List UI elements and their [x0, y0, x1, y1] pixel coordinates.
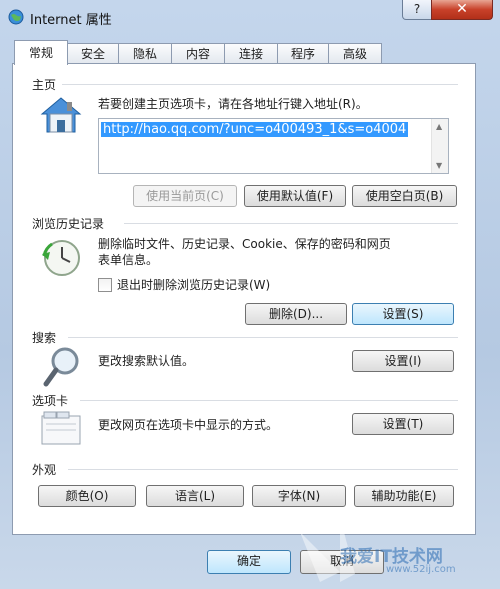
section-divider [124, 223, 458, 224]
use-blank-button[interactable]: 使用空白页(B) [352, 185, 457, 207]
appearance-heading: 外观 [32, 463, 57, 477]
url-scrollbar[interactable]: ▲ ▼ [431, 119, 448, 173]
use-current-page-button[interactable]: 使用当前页(C) [133, 185, 237, 207]
homepage-heading: 主页 [32, 78, 57, 92]
clock-icon [42, 240, 80, 276]
search-heading: 搜索 [32, 331, 57, 345]
magnifier-icon [43, 347, 79, 387]
delete-history-button[interactable]: 删除(D)... [245, 303, 347, 325]
tabs-window-icon [41, 411, 81, 445]
colors-button[interactable]: 颜色(O) [38, 485, 136, 507]
delete-on-exit-label[interactable]: 退出时删除浏览历史记录(W) [117, 277, 270, 293]
section-divider [68, 469, 458, 470]
globe-icon [8, 9, 24, 25]
dialog-window: Internet 属性 ? ✕ 常规 安全 隐私 内容 连接 程序 高级 主页 … [0, 0, 500, 589]
tab-programs[interactable]: 程序 [277, 43, 329, 64]
languages-button[interactable]: 语言(L) [146, 485, 244, 507]
section-divider [68, 337, 458, 338]
watermark: 我爱IT技术网 www.52ij.com [300, 512, 500, 589]
fonts-button[interactable]: 字体(N) [252, 485, 346, 507]
close-button[interactable]: ✕ [431, 0, 493, 20]
window-title: Internet 属性 [30, 13, 112, 28]
scroll-up-icon[interactable]: ▲ [436, 122, 442, 131]
tab-connections[interactable]: 连接 [224, 43, 278, 64]
watermark-url: www.52ij.com [386, 564, 456, 575]
house-icon [40, 97, 82, 133]
history-heading: 浏览历史记录 [32, 217, 105, 231]
history-description-line2: 表单信息。 [98, 253, 159, 267]
title-bar[interactable]: Internet 属性 ? ✕ [0, 0, 500, 34]
tab-security[interactable]: 安全 [67, 43, 119, 64]
use-default-button[interactable]: 使用默认值(F) [244, 185, 346, 207]
tabs-settings-button[interactable]: 设置(T) [352, 413, 454, 435]
delete-on-exit-checkbox[interactable] [98, 278, 112, 292]
history-description-line1: 删除临时文件、历史记录、Cookie、保存的密码和网页 [98, 237, 391, 251]
tabs-description: 更改网页在选项卡中显示的方式。 [98, 418, 279, 432]
scroll-down-icon[interactable]: ▼ [436, 161, 442, 170]
ok-button[interactable]: 确定 [207, 550, 291, 574]
tab-content[interactable]: 内容 [171, 43, 225, 64]
search-settings-button[interactable]: 设置(I) [352, 350, 454, 372]
help-button[interactable]: ? [402, 0, 432, 20]
homepage-instruction: 若要创建主页选项卡，请在各地址行键入地址(R)。 [98, 97, 368, 111]
accessibility-button[interactable]: 辅助功能(E) [354, 485, 454, 507]
section-divider [62, 84, 458, 85]
tabs-heading: 选项卡 [32, 394, 69, 408]
history-settings-button[interactable]: 设置(S) [352, 303, 454, 325]
search-description: 更改搜索默认值。 [98, 354, 195, 368]
tab-general[interactable]: 常规 [14, 40, 68, 65]
tab-advanced[interactable]: 高级 [328, 43, 382, 64]
homepage-url-value[interactable]: http://hao.qq.com/?unc=o400493_1&s=o4004 [101, 122, 409, 137]
tab-privacy[interactable]: 隐私 [118, 43, 172, 64]
section-divider [80, 400, 458, 401]
homepage-url-textarea[interactable]: http://hao.qq.com/?unc=o400493_1&s=o4004… [98, 118, 449, 174]
